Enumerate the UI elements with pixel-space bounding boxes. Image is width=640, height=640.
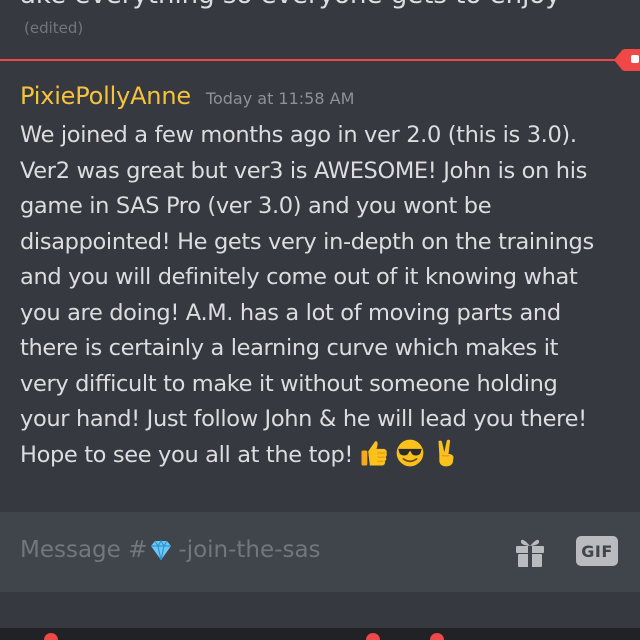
notification-dot	[44, 633, 58, 640]
thumbs-up-icon[interactable]	[359, 438, 389, 468]
placeholder-channel: -join-the-sas	[178, 537, 321, 563]
message-line: very difficult to make it without someon…	[20, 370, 558, 397]
message-line: disappointed! He gets very in-depth on t…	[20, 228, 594, 255]
gift-icon[interactable]	[512, 534, 548, 570]
bottom-bar	[0, 628, 640, 640]
message-timestamp[interactable]: Today at 11:58 AM	[206, 89, 354, 108]
new-messages-badge-marker	[631, 55, 639, 63]
message-line: We joined a few months ago in ver 2.0 (t…	[20, 122, 577, 148]
message-username[interactable]: PixiePollyAnne	[20, 82, 191, 110]
message-header: PixiePollyAnne Today at 11:58 AM	[20, 82, 630, 114]
message-line: game in SAS Pro (ver 3.0) and you wont b…	[20, 193, 492, 219]
message-line: and you will definitely come out of it k…	[20, 264, 578, 290]
chat-window: ake everything so everyone gets to enjoy…	[0, 0, 640, 640]
message-line: you are doing! A.M. has a lot of moving …	[20, 299, 561, 326]
victory-hand-icon[interactable]	[431, 438, 461, 468]
gem-icon	[151, 539, 172, 561]
message-line: there is certainly a learning curve whic…	[20, 335, 559, 361]
notification-dot	[366, 633, 380, 640]
sunglasses-face-icon[interactable]	[395, 438, 425, 468]
message-line-last: Hope to see you all at the top!	[20, 438, 626, 474]
previous-message: ake everything so everyone gets to enjoy…	[0, 0, 640, 52]
edited-tag: (edited)	[24, 19, 84, 37]
placeholder-prefix: Message #	[20, 537, 148, 563]
message-line: Hope to see you all at the top!	[20, 441, 354, 468]
message-line: Ver2 was great but ver3 is AWESOME! John…	[20, 157, 587, 184]
gif-button[interactable]: GIF	[576, 536, 618, 566]
chat-message: PixiePollyAnne Today at 11:58 AM We join…	[20, 82, 630, 473]
message-line: your hand! Just follow John & he will le…	[20, 406, 587, 432]
previous-message-text: ake everything so everyone gets to enjoy	[20, 0, 561, 10]
notification-dot	[430, 633, 444, 640]
new-messages-divider	[0, 59, 620, 61]
message-input[interactable]: Message # -join-the-sas	[20, 537, 321, 563]
message-body: We joined a few months ago in ver 2.0 (t…	[20, 118, 626, 473]
